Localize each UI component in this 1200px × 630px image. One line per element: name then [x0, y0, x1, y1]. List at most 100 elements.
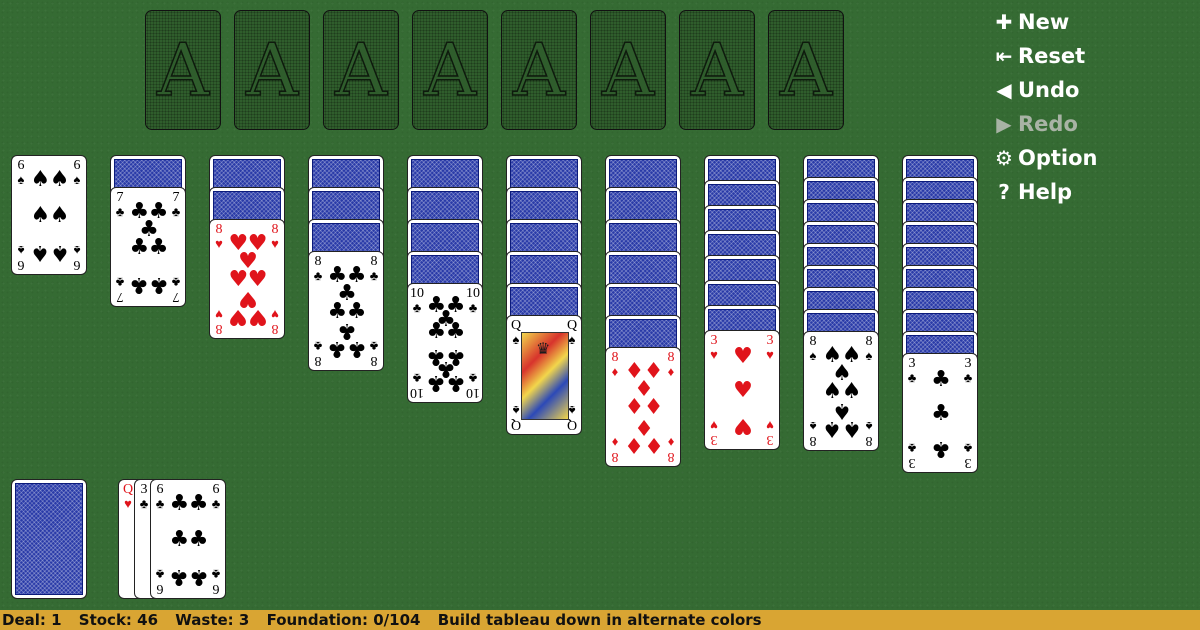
card-rank: 10	[466, 385, 480, 400]
card-rank: Q	[566, 318, 578, 333]
card-rank: 8	[271, 321, 279, 336]
card-index: 6 ♠	[70, 158, 84, 187]
tableau-top-card[interactable]: 8 ♣ 8 ♣ 8 ♣ 8 ♣ ♣ ♣ ♣ ♣ ♣ ♣ ♣ ♣	[308, 251, 384, 371]
card-suit-icon: ♠	[73, 243, 81, 258]
card-rank: 3	[766, 432, 774, 447]
card-index: 6 ♣	[209, 567, 223, 596]
suit-pip-icon: ♠	[49, 166, 70, 192]
card-suit-icon: ♣	[211, 496, 221, 511]
foundation-slot[interactable]: A	[145, 10, 221, 130]
card-rank: 8	[370, 254, 378, 269]
tableau-top-card[interactable]: 8 ♥ 8 ♥ 8 ♥ 8 ♥ ♥ ♥ ♥ ♥ ♥ ♥ ♥ ♥	[209, 219, 285, 339]
foundation-slot[interactable]: A	[590, 10, 666, 130]
status-deal: Deal: 1	[2, 611, 62, 629]
tableau-top-card[interactable]: 7 ♣ 7 ♣ 7 ♣ 7 ♣ ♣ ♣ ♣ ♣ ♣ ♣ ♣	[110, 187, 186, 307]
card-back-pattern	[15, 483, 83, 595]
foundation-slot[interactable]: A	[412, 10, 488, 130]
card-suit-icon: ♣	[171, 275, 181, 290]
tableau-top-card[interactable]: 8 ♦ 8 ♦ 8 ♦ 8 ♦ ♦ ♦ ♦ ♦ ♦ ♦ ♦ ♦	[605, 347, 681, 467]
card-index: 8 ♦	[608, 435, 622, 464]
foundation-slot[interactable]: A	[768, 10, 844, 130]
card-suit-icon: ♣	[171, 204, 181, 219]
card-suit-icon: ♣	[115, 275, 125, 290]
suit-pip-icon: ♠	[841, 416, 862, 442]
card-rank: 10	[410, 286, 424, 301]
tableau-top-card[interactable]: 8 ♠ 8 ♠ 8 ♠ 8 ♠ ♠ ♠ ♠ ♠ ♠ ♠ ♠ ♠	[803, 331, 879, 451]
card-rank: 3	[766, 333, 774, 348]
menu-redo-button[interactable]: ▶ Redo	[992, 109, 1078, 139]
tableau-top-card[interactable]: Q ♠ Q ♠ Q ♠ Q ♠ ♛	[506, 315, 582, 435]
card-index: 8 ♦	[664, 351, 678, 379]
card-suit-icon: ♦	[667, 364, 675, 379]
card-index: 10 ♣	[410, 286, 424, 315]
menu-label: New	[1018, 10, 1070, 34]
card-suit-icon: ♥	[124, 496, 132, 511]
tableau-top-card[interactable]: 6 ♠ 6 ♠ 6 ♠ 6 ♠ ♠ ♠ ♠ ♠ ♠ ♠	[11, 155, 87, 275]
reset-icon: ⇤	[995, 44, 1013, 68]
ace-placeholder-label: A	[245, 28, 299, 112]
help-icon: ?	[998, 180, 1010, 204]
menu-reset-button[interactable]: ⇤ Reset	[992, 41, 1086, 71]
card-index: 3 ♥	[763, 333, 777, 362]
card-suit-icon: ♥	[766, 418, 774, 433]
card-rank: 3	[908, 455, 916, 470]
suit-pip-icon: ♣	[931, 367, 951, 393]
card-rank: 8	[809, 433, 817, 448]
tableau-top-card[interactable]: 3 ♥ 3 ♥ 3 ♥ 3 ♥ ♥ ♥ ♥	[704, 330, 780, 450]
stock-pile[interactable]	[11, 479, 87, 599]
foundation-slot[interactable]: A	[679, 10, 755, 130]
card-suit-icon: ♣	[369, 268, 379, 283]
menu-option-button[interactable]: ⚙ Option	[992, 143, 1097, 173]
card-index: 6 ♣	[153, 567, 167, 596]
card-index: 8 ♠	[806, 334, 820, 363]
card-index: 3 ♥	[707, 334, 721, 362]
card-suit-icon: ♣	[412, 371, 422, 386]
foundation-slot[interactable]: A	[501, 10, 577, 130]
waste-card[interactable]: 6 ♣ 6 ♣ 6 ♣ 6 ♣ ♣ ♣ ♣ ♣ ♣ ♣	[150, 479, 226, 599]
tableau-top-card[interactable]: 3 ♣ 3 ♣ 3 ♣ 3 ♣ ♣ ♣ ♣	[902, 353, 978, 473]
card-rank: 8	[809, 334, 817, 349]
card-index: 10 ♣	[466, 371, 480, 400]
card-suit-icon: ♣	[963, 441, 973, 456]
menu-help-button[interactable]: ? Help	[992, 177, 1072, 207]
menu-label: Redo	[1018, 112, 1078, 136]
card-index: 8 ♥	[212, 223, 226, 251]
foundation-slot[interactable]: A	[323, 10, 399, 130]
card-rank: 6	[212, 581, 220, 596]
menu-new-button[interactable]: ✚ New	[992, 7, 1070, 37]
card-index: 8 ♣	[311, 339, 325, 368]
card-index: 6 ♠	[70, 243, 84, 272]
card-index: 3 ♣	[961, 357, 975, 385]
card-rank: 10	[410, 385, 424, 400]
card-rank: 8	[611, 350, 619, 365]
card-rank: Q	[122, 482, 134, 497]
menu-undo-button[interactable]: ◀ Undo	[992, 75, 1079, 105]
card-suit-icon: ♣	[313, 268, 323, 283]
card-rank: 8	[314, 353, 322, 368]
card-suit-icon: ♣	[468, 300, 478, 315]
card-rank: 7	[172, 289, 180, 304]
card-rank: 6	[73, 158, 81, 173]
undo-icon: ◀	[996, 78, 1012, 102]
suit-pip-icon: ♣	[346, 336, 367, 362]
suit-pip-icon: ♣	[188, 564, 209, 590]
card-suit-icon: ♠	[809, 348, 817, 363]
foundation-slot[interactable]: A	[234, 10, 310, 130]
card-rank: 6	[212, 482, 220, 497]
plus-icon: ✚	[995, 10, 1013, 34]
suit-pip-icon: ♥	[247, 304, 268, 330]
card-index: 8 ♠	[862, 419, 876, 448]
ace-placeholder-label: A	[156, 28, 210, 112]
card-suit-icon: ♥	[271, 307, 279, 322]
tableau-top-card[interactable]: 10 ♣ 10 ♣ 10 ♣ 10 ♣ ♣ ♣ ♣ ♣ ♣ ♣ ♣ ♣ ♣ ♣	[407, 283, 483, 403]
card-suit-icon: ♠	[865, 348, 873, 363]
suit-pip-icon: ♣	[188, 527, 209, 552]
card-suit-icon: ♦	[611, 364, 619, 379]
card-suit-icon: ♥	[215, 236, 223, 251]
card-index: 8 ♣	[367, 254, 381, 283]
card-rank: 6	[156, 581, 164, 596]
card-rank: 8	[865, 433, 873, 448]
card-index: 8 ♠	[806, 419, 820, 448]
card-index: 8 ♥	[268, 223, 282, 251]
card-rank: 3	[140, 482, 148, 497]
